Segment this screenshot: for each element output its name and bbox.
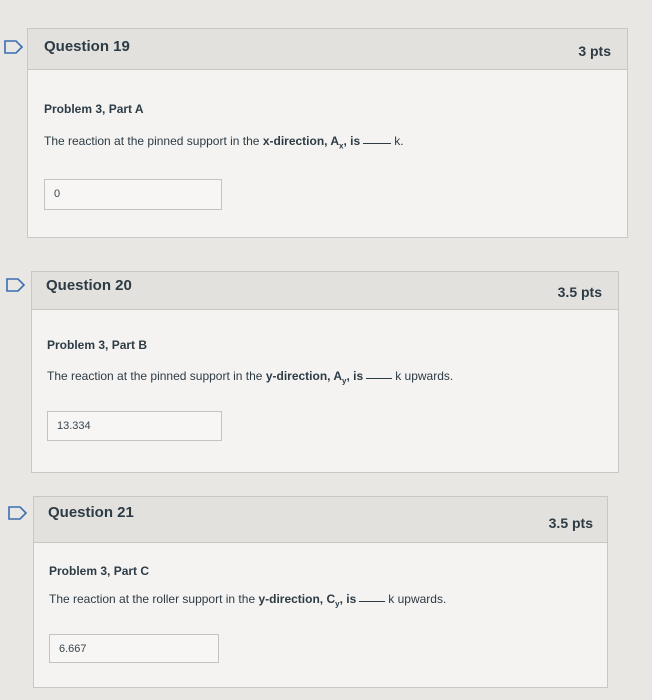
question-19-problem: Problem 3, Part A — [44, 102, 144, 116]
question-19-statement: The reaction at the pinned support in th… — [44, 134, 404, 151]
question-20-problem: Problem 3, Part B — [47, 338, 148, 352]
question-21-problem: Problem 3, Part C — [49, 564, 150, 578]
flag-question-19-icon[interactable] — [4, 40, 24, 54]
question-21-points: 3.5 pts — [548, 515, 593, 531]
question-20-statement: The reaction at the pinned support in th… — [47, 369, 454, 386]
question-20-card: Question 20 3.5 pts Problem 3, Part B Th… — [31, 271, 619, 473]
question-19-card: Question 19 3 pts Problem 3, Part A The … — [27, 28, 628, 238]
question-20-points: 3.5 pts — [557, 284, 602, 300]
question-21-statement: The reaction at the roller support in th… — [49, 592, 447, 609]
question-20-answer-input[interactable]: 13.334 — [47, 411, 222, 441]
flag-question-20-icon[interactable] — [6, 278, 26, 292]
flag-question-21-icon[interactable] — [8, 506, 28, 520]
question-19-points: 3 pts — [578, 43, 611, 59]
question-19-title: Question 19 — [44, 38, 130, 55]
question-20-title: Question 20 — [46, 277, 132, 294]
question-21-title: Question 21 — [48, 504, 134, 521]
question-21-card: Question 21 3.5 pts Problem 3, Part C Th… — [33, 496, 608, 688]
question-19-answer-input[interactable]: 0 — [44, 179, 222, 210]
question-21-answer-input[interactable]: 6.667 — [49, 634, 219, 663]
